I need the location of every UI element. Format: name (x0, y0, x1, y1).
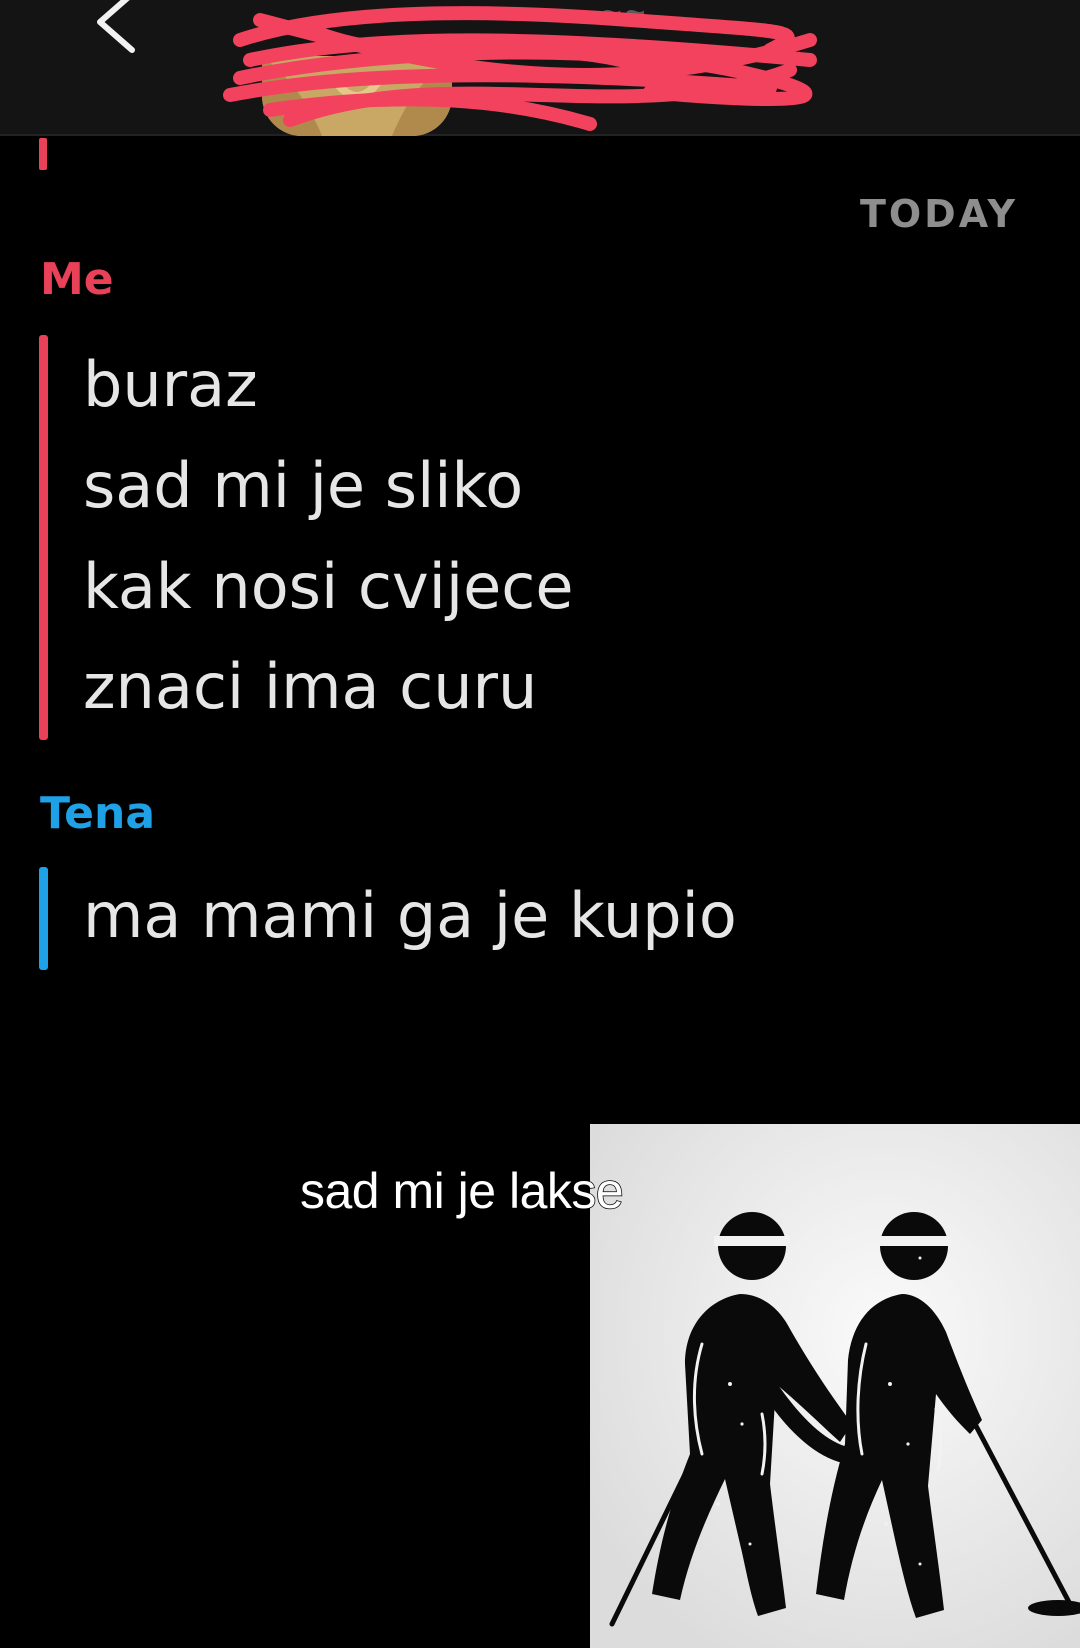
sender-accent-bar (39, 335, 48, 740)
previous-message-bar (39, 138, 47, 170)
date-divider: TODAY (859, 192, 1018, 236)
video-caption: sad mi je lakse (299, 1162, 624, 1220)
sender-accent-bar (39, 867, 48, 970)
message-text[interactable]: sad mi je sliko (83, 455, 523, 517)
message-text[interactable]: kak nosi cvijece (83, 556, 574, 618)
chat-header: ~~~~~ (0, 0, 1080, 136)
message-text[interactable]: ma mami ga je kupio (83, 885, 737, 947)
back-button[interactable] (88, 0, 148, 56)
sender-label-tena: Tena (40, 788, 156, 839)
message-text[interactable]: znaci ima curu (83, 656, 537, 718)
message-text[interactable]: buraz (83, 354, 258, 416)
meme-image (590, 1124, 1080, 1648)
redaction-scribble (223, 6, 817, 131)
chevron-left-icon (97, 0, 135, 53)
two-blind-men-walking-icon (590, 1124, 1080, 1648)
sender-label-me: Me (40, 254, 114, 305)
